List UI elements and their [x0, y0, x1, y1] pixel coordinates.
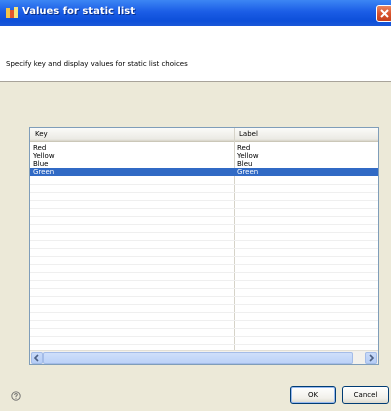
horizontal-scrollbar[interactable] — [30, 350, 378, 364]
scroll-right-button[interactable] — [365, 352, 377, 364]
cell-key: Red — [33, 144, 47, 152]
title-bar: Values for static list — [0, 0, 391, 26]
dialog-description: Specify key and display values for stati… — [6, 60, 188, 68]
grid-line — [30, 232, 378, 233]
cell-label: Green — [237, 168, 259, 176]
cell-label: Red — [237, 144, 251, 152]
grid-line — [30, 240, 378, 241]
ok-button[interactable]: OK — [290, 386, 336, 404]
static-values-table[interactable]: Key Label Red Red Yellow Yellow Blue Ble… — [29, 127, 379, 365]
grid-line — [30, 256, 378, 257]
close-button[interactable] — [376, 5, 391, 22]
cell-label: Yellow — [237, 152, 259, 160]
cell-label: Bleu — [237, 160, 253, 168]
chevron-left-icon — [33, 354, 39, 362]
grid-line — [30, 280, 378, 281]
table-row[interactable]: Yellow Yellow — [30, 152, 378, 160]
grid-line — [30, 344, 378, 345]
grid-line — [30, 288, 378, 289]
cell-key: Yellow — [33, 152, 55, 160]
scroll-thumb[interactable] — [43, 352, 353, 364]
grid-line — [30, 336, 378, 337]
grid-line — [30, 304, 378, 305]
grid-line — [30, 264, 378, 265]
grid-line — [30, 296, 378, 297]
table-row[interactable]: Blue Bleu — [30, 160, 378, 168]
question-icon[interactable] — [11, 391, 21, 401]
grid-line — [30, 272, 378, 273]
table-row[interactable]: Red Red — [30, 144, 378, 152]
dialog-header — [0, 26, 391, 81]
table-header: Key Label — [30, 128, 378, 142]
grid-line — [30, 184, 378, 185]
cell-key: Blue — [33, 160, 49, 168]
grid-line — [30, 312, 378, 313]
grid-line — [30, 192, 378, 193]
table-row-selected[interactable]: Green Green — [30, 168, 378, 176]
cancel-button[interactable]: Cancel — [342, 386, 389, 404]
chevron-right-icon — [369, 354, 375, 362]
grid-line — [30, 320, 378, 321]
birt-icon — [6, 7, 18, 18]
grid-line — [30, 208, 378, 209]
grid-line — [30, 328, 378, 329]
grid-line — [30, 200, 378, 201]
scroll-left-button[interactable] — [31, 352, 43, 364]
window-title: Values for static list — [22, 6, 136, 17]
column-header-key[interactable]: Key — [35, 130, 48, 138]
close-icon — [380, 9, 389, 18]
grid-line — [30, 248, 378, 249]
grid-line — [30, 224, 378, 225]
column-header-label[interactable]: Label — [239, 130, 258, 138]
cell-key: Green — [33, 168, 55, 176]
grid-line — [30, 216, 378, 217]
